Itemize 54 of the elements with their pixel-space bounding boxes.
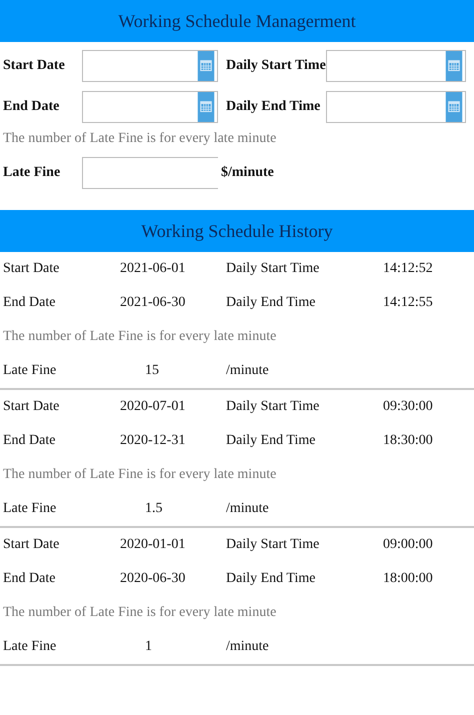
value-text: 2020-06-30 [120,571,186,587]
label-text: Late Fine [2,501,58,517]
field-label: Start Date [2,58,66,74]
label-text: Daily End Time [226,433,316,449]
section-title: Working Schedule History [141,220,333,242]
value-text: 14:12:55 [383,295,434,311]
unit-label: $/minute [220,165,275,181]
label-text: Daily Start Time [226,261,320,277]
label-text: Start Date [2,399,60,415]
calendar-icon[interactable] [195,92,217,122]
label-text: Start Date [2,537,60,553]
label-text: End Date [2,571,56,587]
field-label: Late Fine [2,165,62,181]
calendar-icon[interactable] [195,51,217,81]
value-text: 15 [144,363,160,379]
value-text: 09:30:00 [383,399,434,415]
value-text: 1.5 [144,501,164,517]
label-text: Late Fine [2,363,58,379]
label-text: Daily End Time [226,295,316,311]
hint-text: The number of Late Fine is for every late minute [2,130,278,148]
value-text: 2020-01-01 [120,537,186,553]
value-text: 18:30:00 [383,433,434,449]
calendar-icon[interactable] [443,92,465,122]
hint-text: The number of Late Fine is for every late minute [2,467,278,483]
label-text: Daily End Time [226,571,316,587]
value-text: 18:00:00 [383,571,434,587]
section-title: Working Schedule Managerment [118,10,356,32]
unit-label: /minute [226,639,270,655]
date-input-field[interactable] [326,91,466,123]
value-text: 2020-07-01 [120,399,186,415]
value-text: 2021-06-01 [120,261,186,277]
field-label: Daily Start Time [225,58,326,74]
label-text: End Date [2,295,56,311]
calendar-icon[interactable] [443,51,465,81]
value-text: 14:12:52 [383,261,434,277]
value-text: 1 [144,639,153,655]
value-text: 2020-12-31 [120,433,186,449]
unit-label: /minute [226,363,270,379]
date-input-field[interactable] [82,50,218,82]
late-fine-input-field[interactable] [82,157,218,189]
label-text: Late Fine [2,639,58,655]
value-text: 2021-06-30 [120,295,186,311]
label-text: Start Date [2,261,60,277]
hint-text: The number of Late Fine is for every late minute [2,605,278,621]
unit-label: /minute [226,501,270,517]
label-text: End Date [2,433,56,449]
date-input-field[interactable] [326,50,466,82]
hint-text: The number of Late Fine is for every late minute [2,329,278,345]
label-text: Daily Start Time [226,537,320,553]
field-label: Daily End Time [225,99,322,115]
field-label: End Date [2,99,60,115]
label-text: Daily Start Time [226,399,320,415]
date-input-field[interactable] [82,91,218,123]
value-text: 09:00:00 [383,537,434,553]
